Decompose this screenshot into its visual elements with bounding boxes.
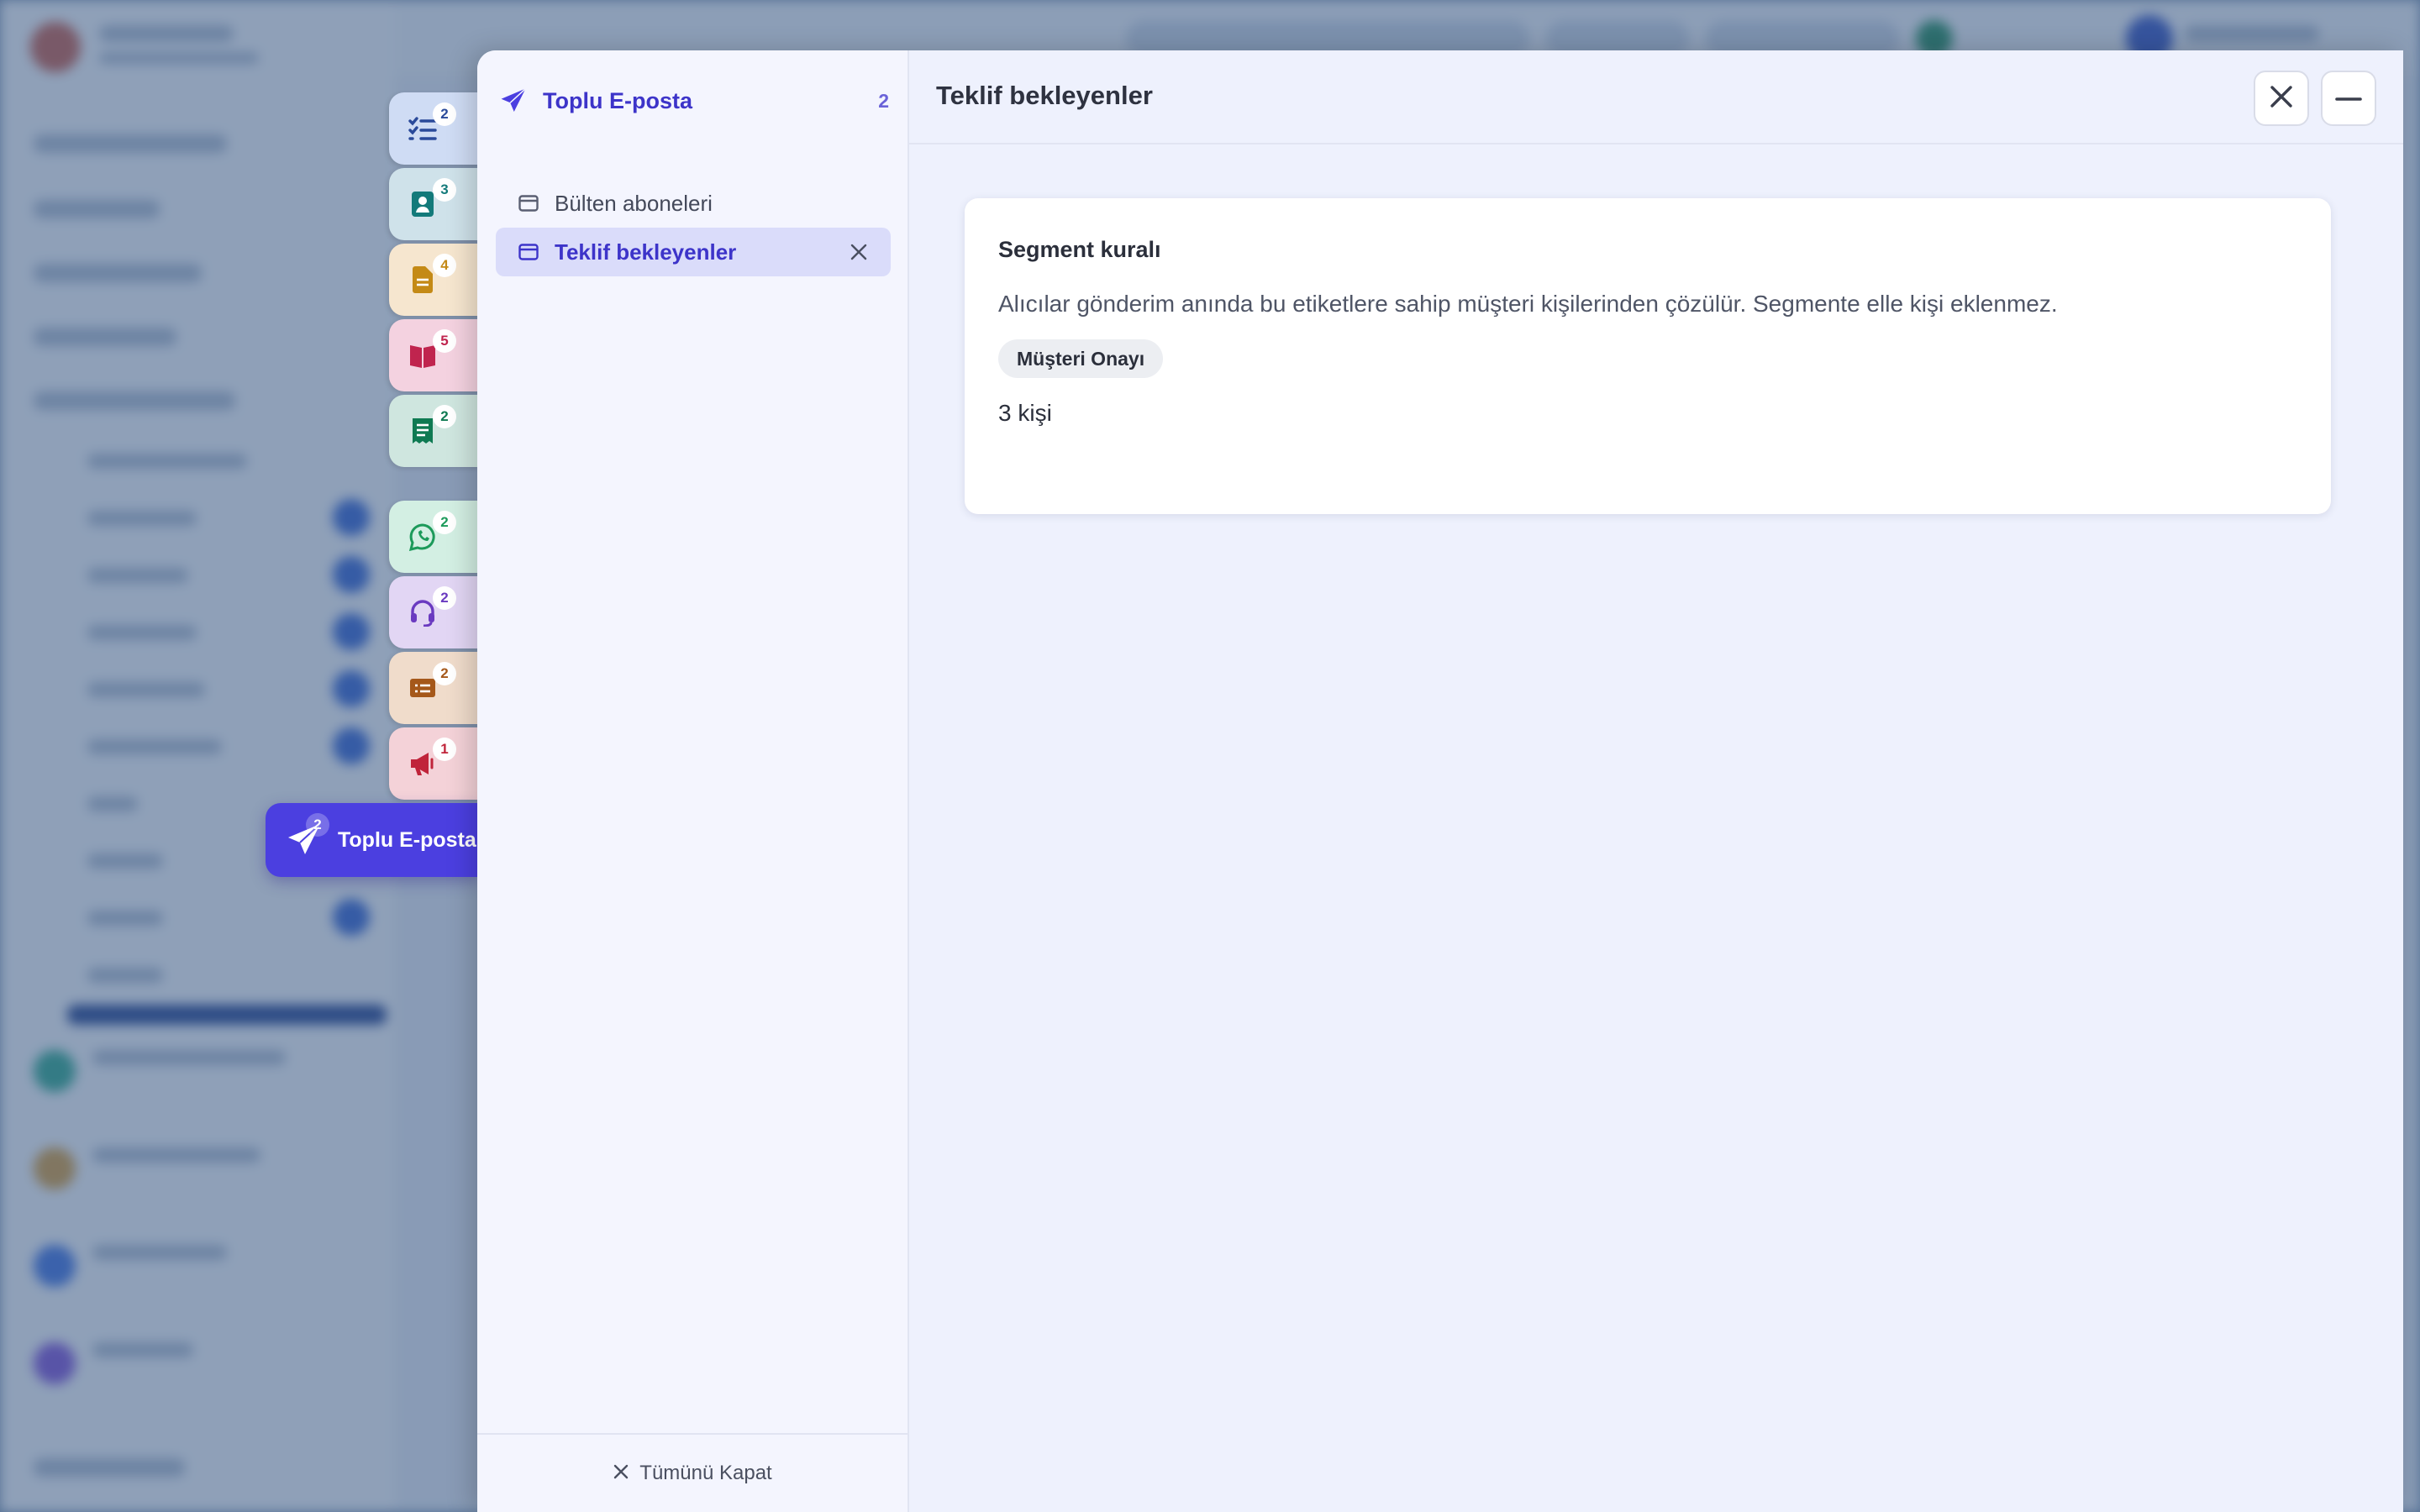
dock-badge: 3 [433, 178, 456, 202]
card-icon [518, 241, 539, 263]
dock-tab-catalog[interactable]: 5 [389, 319, 480, 391]
segment-sidebar: Toplu E-posta 2 Bülten aboneleri Teklif … [477, 50, 909, 1512]
card-description: Alıcılar gönderim anında bu etiketlere s… [998, 291, 2058, 317]
segment-item-bulten-aboneleri[interactable]: Bülten aboneleri [496, 179, 891, 228]
group-count: 2 [878, 89, 889, 112]
segment-rule-card: Segment kuralı Alıcılar gönderim anında … [965, 198, 2331, 514]
dock-tab-label: Toplu E-posta [338, 827, 476, 852]
dock-tab-contacts[interactable]: 3 [389, 168, 480, 240]
dock-badge: 2 [433, 662, 456, 685]
close-segment-icon[interactable] [847, 240, 871, 264]
dock-tab-bulk-email[interactable]: 2 Toplu E-posta [266, 803, 480, 877]
detail-header: Teklif bekleyenler [909, 50, 2403, 144]
dock-badge: 2 [433, 405, 456, 428]
dock-badge: 2 [306, 813, 329, 837]
bulk-email-window: Toplu E-posta 2 Bülten aboneleri Teklif … [477, 50, 2403, 1512]
close-all-label: Tümünü Kapat [639, 1462, 772, 1484]
dock-tab-support[interactable]: 2 [389, 576, 480, 648]
segment-label: Bülten aboneleri [555, 190, 713, 216]
dock-badge: 2 [433, 102, 456, 126]
close-window-button[interactable] [2254, 71, 2309, 126]
segment-label: Teklif bekleyenler [555, 239, 737, 265]
segment-item-teklif-bekleyenler[interactable]: Teklif bekleyenler [496, 228, 891, 276]
dock-tab-tickets[interactable]: 2 [389, 652, 480, 724]
paper-plane-icon [499, 87, 528, 115]
dock-tab-whatsapp[interactable]: 2 [389, 501, 480, 573]
card-title: Segment kuralı [998, 237, 1161, 262]
close-all-button[interactable]: Tümünü Kapat [477, 1433, 908, 1512]
card-icon [518, 192, 539, 214]
page-title: Teklif bekleyenler [936, 81, 1153, 110]
minimize-window-button[interactable] [2321, 71, 2376, 126]
group-title: Toplu E-posta [543, 87, 692, 113]
segment-detail: Teklif bekleyenler Segment kuralı Alıcıl… [909, 50, 2403, 1512]
dock-badge: 1 [433, 738, 456, 761]
close-icon [613, 1463, 629, 1484]
minimize-icon [2335, 91, 2362, 106]
dock-badge: 5 [433, 329, 456, 353]
close-icon [2269, 84, 2294, 113]
segment-tag: Müşteri Onayı [998, 339, 1164, 378]
dock-badge: 4 [433, 254, 456, 277]
dock-tab-tasks[interactable]: 2 [389, 92, 480, 165]
dock-tab-invoices[interactable]: 2 [389, 395, 480, 467]
dock-badge: 2 [433, 511, 456, 534]
dock-tab-campaigns[interactable]: 1 [389, 727, 480, 800]
group-header-bulk-email[interactable]: Toplu E-posta 2 [499, 82, 889, 119]
dock-tab-documents[interactable]: 4 [389, 244, 480, 316]
dock-badge: 2 [433, 586, 456, 610]
recipient-count: 3 kişi [998, 400, 1052, 426]
